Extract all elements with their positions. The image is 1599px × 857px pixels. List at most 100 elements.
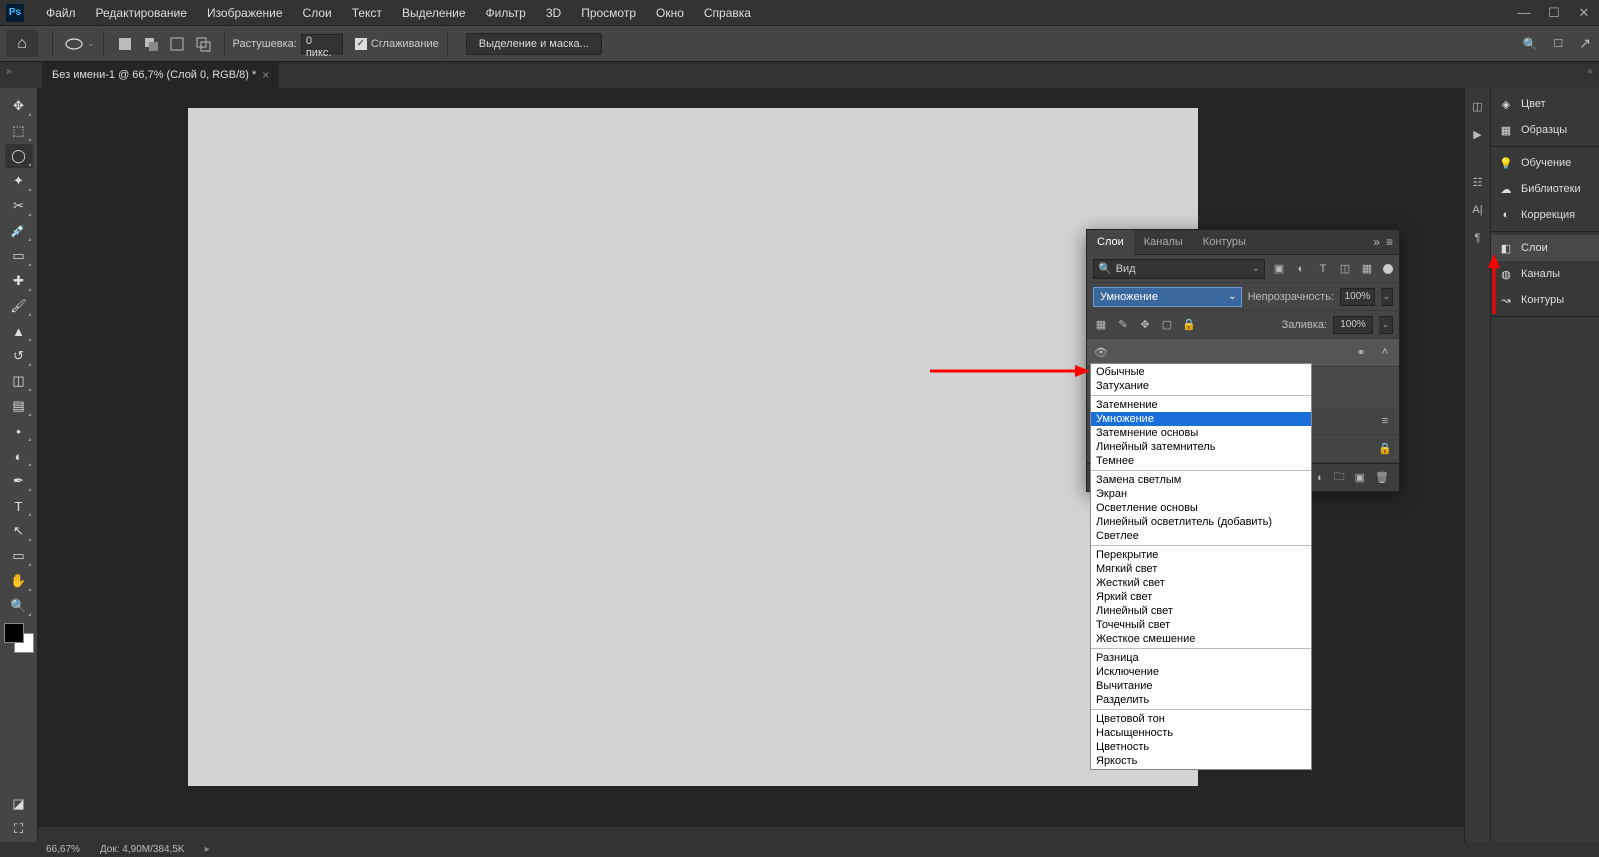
document-canvas[interactable] bbox=[188, 108, 1198, 786]
selection-add-icon[interactable] bbox=[140, 33, 162, 55]
menu-изображение[interactable]: Изображение bbox=[197, 0, 293, 25]
blend-mode-option[interactable]: Экран bbox=[1091, 487, 1311, 501]
panel-tab-каналы[interactable]: ◍Каналы bbox=[1491, 261, 1599, 287]
blend-mode-option[interactable]: Перекрытие bbox=[1091, 548, 1311, 562]
selection-subtract-icon[interactable] bbox=[166, 33, 188, 55]
panel-menu-icon[interactable]: ≡ bbox=[1386, 235, 1393, 249]
collapse-right-icon[interactable]: « bbox=[1587, 66, 1593, 77]
filter-pixel-icon[interactable]: ▣ bbox=[1271, 262, 1287, 275]
filter-type-icon[interactable]: T bbox=[1315, 263, 1331, 275]
layer-lock-icon[interactable]: 🔒 bbox=[1377, 442, 1393, 455]
blend-mode-option[interactable]: Линейный свет bbox=[1091, 604, 1311, 618]
character-panel-icon[interactable]: A| bbox=[1465, 196, 1491, 224]
tool-zoom[interactable]: 🔍 bbox=[5, 594, 33, 618]
lock-all-icon[interactable]: 🔒 bbox=[1181, 318, 1197, 331]
tool-pen[interactable]: ✒ bbox=[5, 469, 33, 493]
tool-brush[interactable]: 🖌 bbox=[5, 294, 33, 318]
home-button[interactable] bbox=[6, 30, 38, 57]
panel-tab-коррекция[interactable]: ◐Коррекция bbox=[1491, 202, 1599, 228]
blend-mode-option[interactable]: Жесткий свет bbox=[1091, 576, 1311, 590]
blend-mode-option[interactable]: Светлее bbox=[1091, 529, 1311, 543]
history-panel-icon[interactable]: ◫ bbox=[1465, 92, 1491, 120]
blend-mode-select[interactable]: Умножение bbox=[1093, 287, 1242, 307]
layers-panel-tab-контуры[interactable]: Контуры bbox=[1193, 230, 1256, 255]
tool-dodge[interactable]: ◐ bbox=[5, 444, 33, 468]
blend-mode-option[interactable]: Осветление основы bbox=[1091, 501, 1311, 515]
filter-toggle[interactable] bbox=[1383, 264, 1393, 274]
tool-stamp[interactable]: ▲ bbox=[5, 319, 33, 343]
layer-filters-icon[interactable]: ≡ bbox=[1377, 415, 1393, 427]
document-tab[interactable]: Без имени-1 @ 66,7% (Слой 0, RGB/8) * × bbox=[42, 62, 279, 88]
menu-просмотр[interactable]: Просмотр bbox=[571, 0, 646, 25]
tool-move[interactable]: ✥ bbox=[5, 94, 33, 118]
tool-healing[interactable]: ✚ bbox=[5, 269, 33, 293]
screen-mode-icon[interactable]: ⛶ bbox=[5, 817, 33, 841]
blend-mode-option[interactable]: Цветовой тон bbox=[1091, 712, 1311, 726]
layer-link-icon[interactable]: ⚭ bbox=[1353, 346, 1369, 359]
adjustment-layer-icon[interactable]: ◐ bbox=[1317, 472, 1324, 484]
tool-eraser[interactable]: ◫ bbox=[5, 369, 33, 393]
tool-eyedropper[interactable]: 💉 bbox=[5, 219, 33, 243]
layers-panel-tab-слои[interactable]: Слои bbox=[1087, 230, 1134, 255]
opacity-dropdown-icon[interactable]: ⌄ bbox=[1381, 288, 1393, 306]
blend-mode-option[interactable]: Разница bbox=[1091, 651, 1311, 665]
lock-position-icon[interactable]: ✥ bbox=[1137, 318, 1153, 331]
blend-mode-option[interactable]: Насыщенность bbox=[1091, 726, 1311, 740]
tool-crop[interactable]: ✂ bbox=[5, 194, 33, 218]
actions-play-icon[interactable]: ▶ bbox=[1465, 120, 1491, 148]
menu-текст[interactable]: Текст bbox=[342, 0, 392, 25]
layers-panel-tab-каналы[interactable]: Каналы bbox=[1134, 230, 1193, 255]
blend-mode-option[interactable]: Замена светлым bbox=[1091, 473, 1311, 487]
search-icon[interactable] bbox=[1522, 37, 1537, 51]
filter-shape-icon[interactable]: ◫ bbox=[1337, 262, 1353, 275]
tool-hand[interactable]: ✋ bbox=[5, 569, 33, 593]
tool-type[interactable]: T bbox=[5, 494, 33, 518]
blend-mode-option[interactable]: Затухание bbox=[1091, 379, 1311, 393]
select-and-mask-button[interactable]: Выделение и маска... bbox=[466, 33, 602, 55]
opacity-value[interactable]: 100% bbox=[1340, 288, 1375, 306]
share-icon[interactable] bbox=[1579, 35, 1591, 52]
menu-файл[interactable]: Файл bbox=[36, 0, 86, 25]
layer-visibility-icon[interactable]: 👁 bbox=[1093, 346, 1109, 359]
close-button[interactable]: ✕ bbox=[1569, 0, 1599, 25]
lock-transparent-icon[interactable]: ▦ bbox=[1093, 318, 1109, 331]
tab-close-icon[interactable]: × bbox=[262, 68, 269, 82]
menu-справка[interactable]: Справка bbox=[694, 0, 761, 25]
quick-mask-icon[interactable]: ◪ bbox=[5, 792, 33, 816]
panel-collapse-icon[interactable]: » bbox=[1373, 235, 1380, 249]
blend-mode-option[interactable]: Жесткое смешение bbox=[1091, 632, 1311, 646]
panel-tab-контуры[interactable]: ↝Контуры bbox=[1491, 287, 1599, 313]
doc-size-info[interactable]: Док: 4,90M/384,5K bbox=[100, 844, 185, 855]
fill-value[interactable]: 100% bbox=[1333, 316, 1373, 334]
new-layer-icon[interactable]: ▣ bbox=[1355, 471, 1365, 484]
blend-mode-option[interactable]: Темнее bbox=[1091, 454, 1311, 468]
maximize-button[interactable]: ☐ bbox=[1539, 0, 1569, 25]
blend-mode-option[interactable]: Исключение bbox=[1091, 665, 1311, 679]
tool-lasso[interactable]: ◯ bbox=[5, 144, 33, 168]
tool-wand[interactable]: ✦ bbox=[5, 169, 33, 193]
panel-tab-цвет[interactable]: ◈Цвет bbox=[1491, 91, 1599, 117]
properties-panel-icon[interactable]: ☷ bbox=[1465, 168, 1491, 196]
menu-окно[interactable]: Окно bbox=[646, 0, 694, 25]
panel-tab-слои[interactable]: ◧Слои bbox=[1491, 235, 1599, 261]
menu-фильтр[interactable]: Фильтр bbox=[476, 0, 536, 25]
tool-blur[interactable]: • bbox=[5, 419, 33, 443]
blend-mode-option[interactable]: Яркий свет bbox=[1091, 590, 1311, 604]
delete-layer-icon[interactable]: 🗑 bbox=[1375, 471, 1389, 484]
tool-history[interactable]: ↺ bbox=[5, 344, 33, 368]
paragraph-panel-icon[interactable]: ¶ bbox=[1465, 224, 1491, 252]
antialias-checkbox[interactable]: ✓ Сглаживание bbox=[355, 38, 439, 50]
selection-new-icon[interactable] bbox=[114, 33, 136, 55]
panel-tab-библиотеки[interactable]: ☁Библиотеки bbox=[1491, 176, 1599, 202]
lock-pixels-icon[interactable]: ✎ bbox=[1115, 318, 1131, 331]
zoom-level[interactable]: 66,67% bbox=[46, 844, 80, 855]
blend-mode-option[interactable]: Затемнение bbox=[1091, 398, 1311, 412]
blend-mode-option[interactable]: Вычитание bbox=[1091, 679, 1311, 693]
layer-expand-icon[interactable]: ˄ bbox=[1377, 346, 1393, 359]
workspace-switcher-icon[interactable]: ☐ bbox=[1553, 37, 1563, 50]
menu-3d[interactable]: 3D bbox=[536, 0, 571, 25]
fill-dropdown-icon[interactable]: ⌄ bbox=[1379, 316, 1393, 334]
blend-mode-option[interactable]: Точечный свет bbox=[1091, 618, 1311, 632]
blend-mode-option[interactable]: Затемнение основы bbox=[1091, 426, 1311, 440]
blend-mode-option[interactable]: Яркость bbox=[1091, 754, 1311, 768]
